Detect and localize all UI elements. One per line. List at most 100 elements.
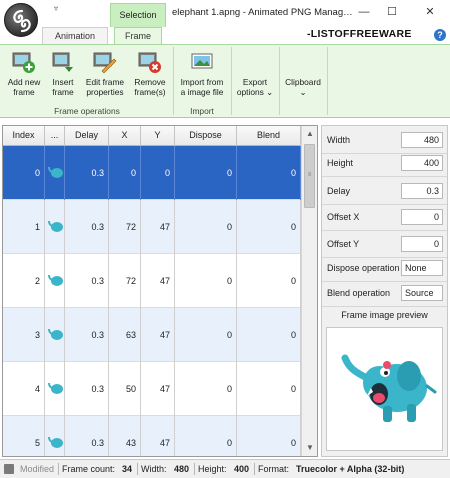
blend-select[interactable]: Source	[401, 285, 443, 301]
save-disk-icon	[4, 464, 14, 474]
group-frame-operations: Add new frame Insert frame Edit frame pr…	[2, 47, 172, 117]
dispose-select[interactable]: None	[401, 260, 443, 276]
cell-index: 2	[3, 254, 45, 308]
scroll-up-arrow-icon[interactable]: ▲	[302, 126, 317, 142]
clipboard-button[interactable]: Clipboard ⌄	[281, 77, 325, 107]
offset-x-field[interactable]: 0	[401, 209, 443, 225]
cell-delay: 0.3	[65, 308, 109, 362]
tab-frame[interactable]: Frame	[114, 27, 162, 44]
remove-frames-button[interactable]: Remove frame(s)	[130, 47, 170, 105]
delay-field[interactable]: 0.3	[401, 183, 443, 199]
table-row[interactable]: 0 0.3 0 0 0 0	[3, 146, 301, 200]
height-field[interactable]: 400	[401, 155, 443, 171]
table-row[interactable]: 4 0.3 50 47 0 0	[3, 362, 301, 416]
edit-frame-label-1: Edit frame	[85, 77, 125, 87]
import-label-2: a image file	[180, 87, 224, 97]
status-format-value: Truecolor + Alpha (32-bit)	[296, 464, 405, 474]
status-separator	[137, 463, 138, 475]
group-export: Export options ⌄	[233, 47, 277, 117]
frame-thumbnail-icon	[48, 220, 63, 232]
remove-frame-icon	[138, 52, 161, 73]
group-label-import: Import	[190, 106, 214, 116]
table-row[interactable]: 1 0.3 72 47 0 0	[3, 200, 301, 254]
property-dispose-operation: Dispose operation None	[322, 254, 447, 282]
height-label: Height	[327, 158, 354, 168]
property-delay: Delay 0.3	[322, 177, 447, 205]
offset-y-field[interactable]: 0	[401, 236, 443, 252]
scroll-down-arrow-icon[interactable]: ▼	[302, 440, 317, 456]
column-header-delay[interactable]: Delay	[65, 126, 109, 146]
ribbon-tab-row: Animation Frame -LISTOFFREEWARE ?	[0, 27, 450, 44]
frames-table[interactable]: Index ... Delay X Y Dispose Blend 0 0.3 0 0…	[2, 125, 318, 457]
column-header-blend[interactable]: Blend	[237, 126, 301, 146]
cell-index: 1	[3, 200, 45, 254]
property-height: Height 400	[322, 149, 447, 177]
quick-access-dropdown[interactable]: ▿	[44, 2, 68, 18]
frame-properties-panel: Width 480 Height 400 Delay 0.3 Offset X …	[321, 125, 448, 457]
status-height-label: Height:	[198, 464, 227, 474]
cell-blend: 0	[237, 200, 301, 254]
import-from-image-button[interactable]: Import from a image file	[175, 47, 229, 105]
table-vertical-scrollbar[interactable]: ▲ ≡ ▼	[301, 126, 317, 456]
export-options-button[interactable]: Export options ⌄	[233, 77, 277, 107]
column-header-thumbnail[interactable]: ...	[45, 126, 65, 146]
cell-y: 0	[141, 146, 175, 200]
minimize-button[interactable]: —	[354, 4, 374, 20]
column-header-x[interactable]: X	[109, 126, 141, 146]
cell-dispose: 0	[175, 308, 237, 362]
insert-frame-label-2: frame	[52, 87, 74, 97]
dispose-label: Dispose operation	[327, 263, 400, 273]
scrollbar-thumb[interactable]: ≡	[304, 144, 315, 208]
frame-thumbnail-icon	[48, 436, 63, 448]
frame-preview-image	[326, 327, 443, 451]
cell-thumbnail	[45, 362, 65, 416]
cell-x: 72	[109, 200, 141, 254]
import-image-icon	[191, 53, 213, 69]
width-field[interactable]: 480	[401, 132, 443, 148]
insert-frame-button[interactable]: Insert frame	[46, 47, 80, 105]
cell-y: 47	[141, 416, 175, 456]
add-new-frame-label-1: Add new	[7, 77, 41, 87]
preview-title: Frame image preview	[341, 310, 428, 320]
table-row[interactable]: 3 0.3 63 47 0 0	[3, 308, 301, 362]
import-label-1: Import from	[180, 77, 224, 87]
table-row[interactable]: 2 0.3 72 47 0 0	[3, 254, 301, 308]
window-title: elephant 1.apng - Animated PNG Manag…	[172, 7, 353, 18]
cell-y: 47	[141, 200, 175, 254]
export-label-1: Export	[242, 77, 268, 87]
app-menu-icon[interactable]	[4, 3, 38, 37]
cell-dispose: 0	[175, 146, 237, 200]
column-header-dispose[interactable]: Dispose	[175, 126, 237, 146]
cell-index: 0	[3, 146, 45, 200]
cell-blend: 0	[237, 362, 301, 416]
tab-animation[interactable]: Animation	[42, 27, 108, 44]
cell-thumbnail	[45, 200, 65, 254]
clipboard-label-2: ⌄	[299, 87, 307, 97]
cell-x: 72	[109, 254, 141, 308]
close-button[interactable]: ✕	[420, 4, 440, 20]
ribbon: Add new frame Insert frame Edit frame pr…	[0, 44, 450, 118]
cell-index: 3	[3, 308, 45, 362]
edit-frame-properties-button[interactable]: Edit frame properties	[82, 47, 128, 105]
cell-thumbnail	[45, 308, 65, 362]
frame-preview-section: Frame image preview	[322, 306, 447, 456]
cell-y: 47	[141, 308, 175, 362]
property-offset-x: Offset X 0	[322, 203, 447, 231]
frame-count-label: Frame count:	[62, 464, 116, 474]
table-row[interactable]: 5 0.3 43 47 0 0	[3, 416, 301, 456]
cell-index: 4	[3, 362, 45, 416]
cell-blend: 0	[237, 416, 301, 456]
modified-status: Modified	[20, 464, 55, 474]
cell-blend: 0	[237, 254, 301, 308]
status-separator	[194, 463, 195, 475]
column-header-index[interactable]: Index	[3, 126, 45, 146]
frame-count-value: 34	[122, 464, 133, 474]
column-header-y[interactable]: Y	[141, 126, 175, 146]
help-icon[interactable]: ?	[434, 29, 446, 41]
add-new-frame-button[interactable]: Add new frame	[4, 47, 44, 105]
frame-thumbnail-icon	[48, 328, 63, 340]
cell-thumbnail	[45, 254, 65, 308]
maximize-button[interactable]: ☐	[382, 4, 402, 20]
cell-dispose: 0	[175, 362, 237, 416]
watermark-text: -LISTOFFREEWARE	[307, 28, 412, 40]
